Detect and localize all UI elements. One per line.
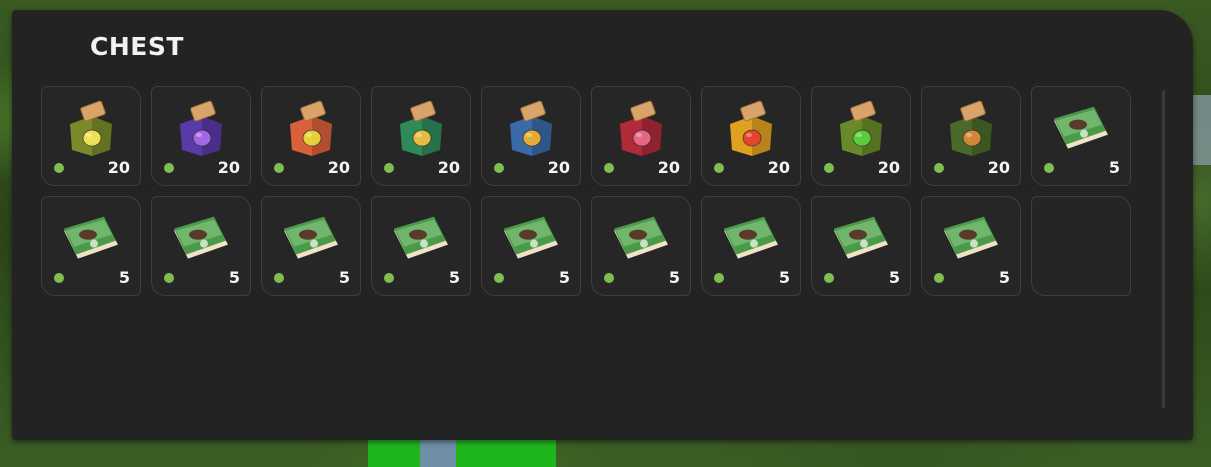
inventory-slot[interactable]: 5: [41, 196, 141, 296]
item-count: 5: [448, 268, 460, 287]
inventory-slot[interactable]: 5: [811, 196, 911, 296]
inventory-grid: 20 20 20 20 20 20 20 20 20 5 5 5 5 5 5 5 5 5 5: [41, 86, 1131, 296]
inventory-slot[interactable]: 20: [921, 86, 1021, 186]
item-count: 20: [327, 158, 350, 177]
item-count: 5: [558, 268, 570, 287]
inventory-slot[interactable]: 20: [151, 86, 251, 186]
inventory-slot[interactable]: 5: [371, 196, 471, 296]
status-dot-icon: [274, 163, 284, 173]
seed-packet-icon: [390, 215, 452, 269]
status-dot-icon: [384, 163, 394, 173]
inventory-slot[interactable]: 5: [261, 196, 361, 296]
seed-bag-radish-icon: [612, 100, 670, 162]
item-count: 20: [657, 158, 680, 177]
inventory-slot[interactable]: 20: [481, 86, 581, 186]
item-count: 20: [767, 158, 790, 177]
inventory-slot[interactable]: 5: [921, 196, 1021, 296]
item-count: 5: [998, 268, 1010, 287]
inventory-slot[interactable]: 5: [591, 196, 691, 296]
seed-bag-carrot-icon: [502, 100, 560, 162]
status-dot-icon: [824, 273, 834, 283]
status-dot-icon: [54, 273, 64, 283]
seed-packet-icon: [500, 215, 562, 269]
status-dot-icon: [164, 163, 174, 173]
seed-bag-grape-icon: [172, 100, 230, 162]
item-count: 5: [888, 268, 900, 287]
inventory-slot[interactable]: 5: [701, 196, 801, 296]
item-count: 5: [338, 268, 350, 287]
seed-packet-icon: [610, 215, 672, 269]
seed-packet-icon: [830, 215, 892, 269]
status-dot-icon: [934, 273, 944, 283]
item-count: 20: [107, 158, 130, 177]
seed-bag-pineapple-icon: [392, 100, 450, 162]
inventory-slot[interactable]: 5: [481, 196, 581, 296]
chest-panel: CHEST 20 20 20 20 20 20 20 20 20 5 5 5 5 5 5 5 5 5 5: [12, 10, 1193, 440]
inventory-slot[interactable]: 20: [41, 86, 141, 186]
status-dot-icon: [714, 163, 724, 173]
item-count: 20: [877, 158, 900, 177]
inventory-slot-empty[interactable]: [1031, 196, 1131, 296]
seed-bag-banana-icon: [62, 100, 120, 162]
seed-packet-icon: [940, 215, 1002, 269]
status-dot-icon: [604, 163, 614, 173]
status-dot-icon: [274, 273, 284, 283]
item-count: 5: [118, 268, 130, 287]
background-blue-block: [420, 436, 456, 467]
status-dot-icon: [934, 163, 944, 173]
item-count: 5: [1108, 158, 1120, 177]
item-count: 5: [668, 268, 680, 287]
item-count: 20: [987, 158, 1010, 177]
inventory-slot[interactable]: 20: [371, 86, 471, 186]
seed-bag-tomato-icon: [722, 100, 780, 162]
item-count: 20: [217, 158, 240, 177]
seed-bag-lemon-icon: [282, 100, 340, 162]
scrollbar[interactable]: [1162, 90, 1165, 408]
inventory-slot[interactable]: 5: [1031, 86, 1131, 186]
inventory-slot[interactable]: 20: [261, 86, 361, 186]
inventory-slot[interactable]: 20: [811, 86, 911, 186]
item-count: 20: [547, 158, 570, 177]
seed-bag-broccoli-icon: [832, 100, 890, 162]
seed-packet-icon: [280, 215, 342, 269]
chest-title: CHEST: [90, 32, 184, 61]
seed-packet-icon: [720, 215, 782, 269]
status-dot-icon: [824, 163, 834, 173]
inventory-slot[interactable]: 20: [591, 86, 691, 186]
item-count: 20: [437, 158, 460, 177]
inventory-slot[interactable]: 20: [701, 86, 801, 186]
status-dot-icon: [54, 163, 64, 173]
status-dot-icon: [384, 273, 394, 283]
status-dot-icon: [164, 273, 174, 283]
seed-packet-icon: [1050, 105, 1112, 159]
seed-packet-icon: [170, 215, 232, 269]
status-dot-icon: [714, 273, 724, 283]
item-count: 5: [778, 268, 790, 287]
item-count: 5: [228, 268, 240, 287]
seed-bag-potato-icon: [942, 100, 1000, 162]
seed-packet-icon: [60, 215, 122, 269]
inventory-slot[interactable]: 5: [151, 196, 251, 296]
status-dot-icon: [604, 273, 614, 283]
status-dot-icon: [494, 273, 504, 283]
status-dot-icon: [1044, 163, 1054, 173]
status-dot-icon: [494, 163, 504, 173]
